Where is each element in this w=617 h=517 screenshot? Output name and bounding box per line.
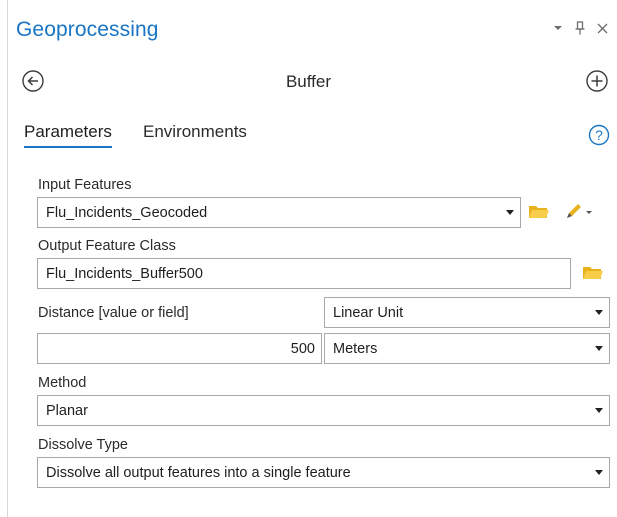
browse-folder-icon[interactable] [528,203,550,225]
chevron-down-icon [595,346,603,351]
method-value: Planar [46,402,88,419]
input-features-label: Input Features [38,177,132,193]
tab-parameters[interactable]: Parameters [24,122,112,148]
dissolve-type-label: Dissolve Type [38,437,128,453]
distance-value: 500 [290,340,315,357]
add-icon[interactable] [585,69,609,93]
distance-type-value: Linear Unit [333,304,404,321]
window-controls [551,20,609,36]
method-label: Method [38,375,87,391]
chevron-down-icon [595,310,603,315]
chevron-down-icon [595,408,603,413]
chevron-down-icon [595,470,603,475]
distance-unit-value: Meters [333,340,378,357]
close-icon[interactable] [595,20,609,36]
output-feature-class-label: Output Feature Class [38,238,176,254]
output-feature-class-input[interactable]: Flu_Incidents_Buffer500 [37,258,571,289]
dissolve-type-value: Dissolve all output features into a sing… [46,464,351,481]
tab-environments[interactable]: Environments [143,122,247,142]
help-icon[interactable]: ? [588,124,610,146]
chevron-down-icon[interactable] [551,20,565,36]
distance-value-input[interactable]: 500 [37,333,322,364]
output-feature-class-value: Flu_Incidents_Buffer500 [46,265,203,282]
browse-folder-icon[interactable] [582,264,604,286]
pin-icon[interactable] [573,20,587,36]
input-features-value: Flu_Incidents_Geocoded [46,204,208,221]
distance-type-select[interactable]: Linear Unit [324,297,610,328]
distance-unit-select[interactable]: Meters [324,333,610,364]
distance-label: Distance [value or field] [38,305,189,321]
method-select[interactable]: Planar [37,395,610,426]
svg-text:?: ? [595,127,603,143]
tool-name: Buffer [285,72,332,91]
input-features-select[interactable]: Flu_Incidents_Geocoded [37,197,521,228]
pane-title: Geoprocessing [16,18,159,41]
chevron-down-icon [506,210,514,215]
dissolve-type-select[interactable]: Dissolve all output features into a sing… [37,457,610,488]
edit-pencil-icon[interactable] [564,201,594,226]
